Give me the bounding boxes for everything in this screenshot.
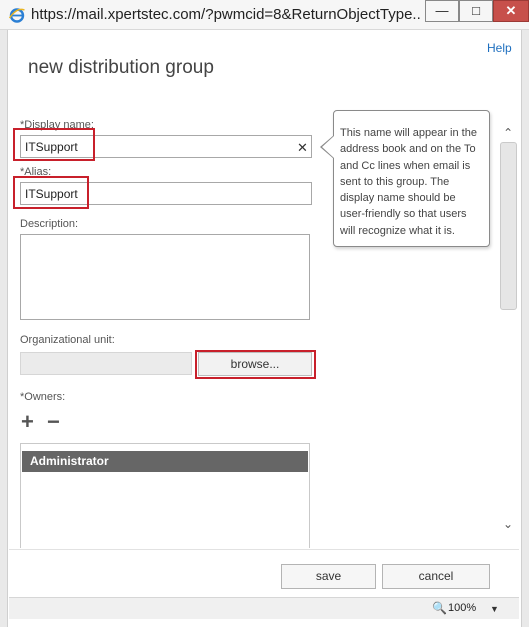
minimize-button[interactable]: — (425, 0, 459, 22)
scroll-down-icon[interactable]: ⌄ (503, 517, 513, 531)
add-owner-icon[interactable]: + (21, 411, 34, 433)
help-link[interactable]: Help (487, 41, 512, 55)
owners-label: *Owners: (20, 391, 66, 403)
clear-icon[interactable]: ✕ (297, 140, 308, 156)
organizational-unit-label: Organizational unit: (20, 334, 115, 346)
cancel-button[interactable]: cancel (382, 564, 490, 589)
maximize-button[interactable]: □ (459, 0, 493, 22)
save-button[interactable]: save (281, 564, 376, 589)
display-name-tooltip: This name will appear in the address boo… (333, 110, 490, 247)
owner-list-item[interactable]: Administrator (22, 451, 308, 472)
scroll-up-icon[interactable]: ⌄ (503, 125, 513, 139)
footer-divider (9, 549, 519, 550)
description-label: Description: (20, 218, 79, 230)
window-frame-left (0, 30, 8, 627)
internet-explorer-icon (8, 8, 25, 23)
tooltip-arrow-inner (322, 136, 334, 158)
remove-owner-icon[interactable]: − (47, 411, 60, 433)
browser-url-title: https://mail.xpertstec.com/?pwmcid=8&Ret… (31, 6, 421, 23)
alias-label: *Alias: (20, 166, 52, 178)
description-field[interactable] (20, 234, 310, 320)
window-frame-right (521, 30, 529, 627)
organizational-unit-field (20, 352, 192, 375)
close-window-button[interactable]: ✕ (493, 0, 529, 22)
display-name-label: *Display name: (20, 119, 94, 131)
page-title: new distribution group (28, 57, 214, 78)
browse-button[interactable]: browse... (198, 352, 312, 376)
display-name-field[interactable]: ITSupport (20, 135, 312, 158)
zoom-icon[interactable]: 🔍 (432, 601, 447, 615)
browser-title-bar: https://mail.xpertstec.com/?pwmcid=8&Ret… (0, 0, 529, 30)
zoom-dropdown-icon[interactable]: ▼ (490, 604, 499, 614)
scrollbar-thumb[interactable] (500, 142, 517, 310)
alias-field[interactable]: ITSupport (20, 182, 312, 205)
zoom-level[interactable]: 100% (448, 602, 476, 614)
